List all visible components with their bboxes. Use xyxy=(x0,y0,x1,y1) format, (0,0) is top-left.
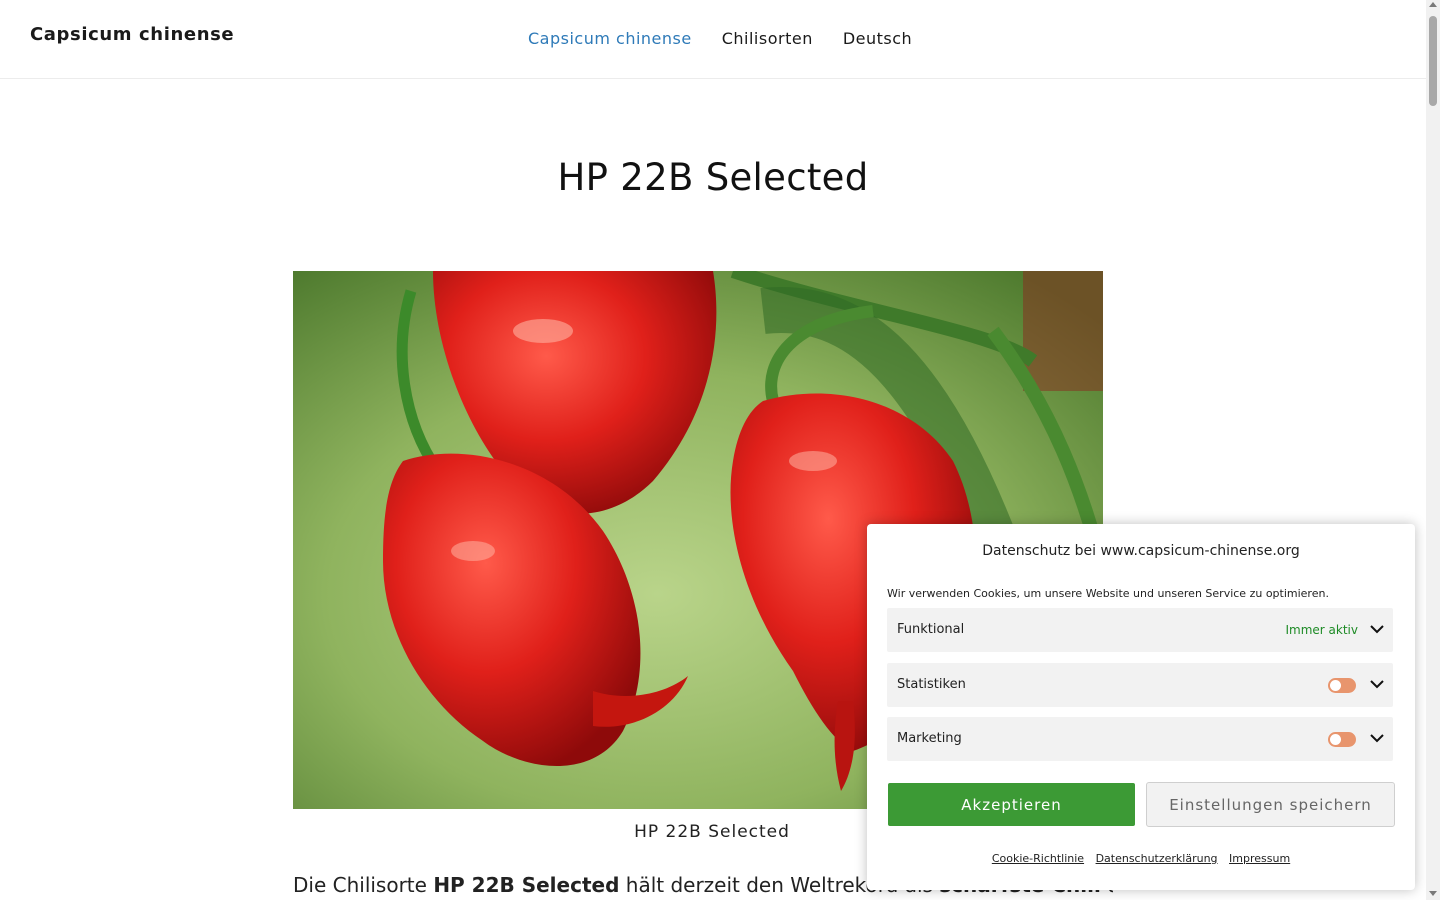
category-label: Marketing xyxy=(897,731,962,746)
intro-prefix: Die Chilisorte xyxy=(293,873,434,897)
cookie-dialog-title: Datenschutz bei www.capsicum-chinense.or… xyxy=(982,543,1300,559)
accept-button[interactable]: Akzeptieren xyxy=(888,783,1135,826)
chevron-down-icon[interactable] xyxy=(1369,621,1385,637)
privacy-policy-link[interactable]: Datenschutzerklärung xyxy=(1096,852,1218,865)
nav-item-chilisorten[interactable]: Chilisorten xyxy=(722,29,813,48)
cookie-policy-link[interactable]: Cookie-Richtlinie xyxy=(992,852,1084,865)
site-title[interactable]: Capsicum chinense xyxy=(30,24,234,45)
toggle-knob xyxy=(1330,680,1341,691)
page-title: HP 22B Selected xyxy=(557,156,869,199)
page-scrollbar[interactable] xyxy=(1426,0,1440,900)
intro-variety-name: HP 22B Selected xyxy=(433,873,620,897)
category-label: Statistiken xyxy=(897,677,966,692)
main-nav: Capsicum chinense Chilisorten Deutsch xyxy=(528,29,912,48)
cookie-category-funktional[interactable]: Funktional Immer aktiv xyxy=(887,608,1393,652)
always-active-label: Immer aktiv xyxy=(1285,623,1359,637)
scroll-down-arrow-icon[interactable] xyxy=(1429,891,1437,896)
toggle-knob xyxy=(1330,734,1341,745)
cookie-consent-dialog: Datenschutz bei www.capsicum-chinense.or… xyxy=(867,524,1415,890)
scroll-thumb[interactable] xyxy=(1429,16,1437,106)
nav-item-deutsch[interactable]: Deutsch xyxy=(843,29,912,48)
chevron-down-icon[interactable] xyxy=(1369,730,1385,746)
chevron-down-icon[interactable] xyxy=(1369,676,1385,692)
scroll-up-arrow-icon[interactable] xyxy=(1429,2,1437,7)
marketing-toggle[interactable] xyxy=(1328,732,1356,747)
statistiken-toggle[interactable] xyxy=(1328,678,1356,693)
cookie-category-statistiken[interactable]: Statistiken xyxy=(887,663,1393,707)
nav-item-capsicum-chinense[interactable]: Capsicum chinense xyxy=(528,29,692,48)
cookie-category-marketing[interactable]: Marketing xyxy=(887,717,1393,761)
category-label: Funktional xyxy=(897,622,965,637)
site-header: Capsicum chinense Capsicum chinense Chil… xyxy=(0,0,1426,79)
imprint-link[interactable]: Impressum xyxy=(1229,852,1290,865)
cookie-links: Cookie-Richtlinie Datenschutzerklärung I… xyxy=(867,852,1415,865)
cookie-dialog-message: Wir verwenden Cookies, um unsere Website… xyxy=(887,587,1329,600)
save-settings-button[interactable]: Einstellungen speichern xyxy=(1146,782,1395,827)
